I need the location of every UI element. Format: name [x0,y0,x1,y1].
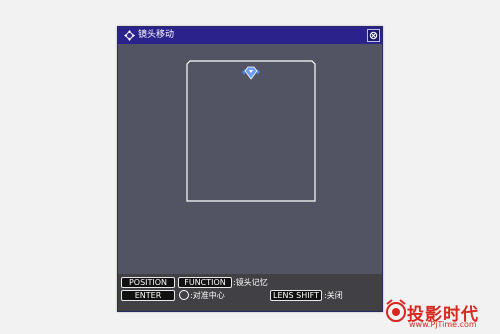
close-icon [369,31,378,40]
lens-shift-key[interactable]: LENS SHIFT [270,290,322,301]
lens-shift-description: :关闭 [324,291,343,300]
enter-icon [179,290,189,300]
watermark: 投影时代 www.PjTime.com [383,298,495,330]
brand-url: www.PjTime.com [409,320,477,329]
function-key[interactable]: FUNCTION [178,277,232,288]
key-guide: POSITION FUNCTION :镜头记忆 ENTER :对准中心 LENS… [118,274,382,311]
lens-shift-range[interactable] [186,60,316,202]
position-key[interactable]: POSITION [121,277,175,288]
window-title: 镜头移动 [138,30,175,40]
logo-icon [383,299,409,325]
title-bar: 镜头移动 [118,27,382,44]
enter-key[interactable]: ENTER [121,290,175,301]
close-button[interactable] [367,29,380,42]
lens-position-icon[interactable] [239,65,263,81]
lens-shift-icon [124,30,135,41]
enter-description: :对准中心 [190,291,225,300]
lens-shift-window: 镜头移动 POSITION FUNCTION :镜头记忆 ENTER :对准中心… [117,26,383,312]
function-description: :镜头记忆 [233,278,268,287]
